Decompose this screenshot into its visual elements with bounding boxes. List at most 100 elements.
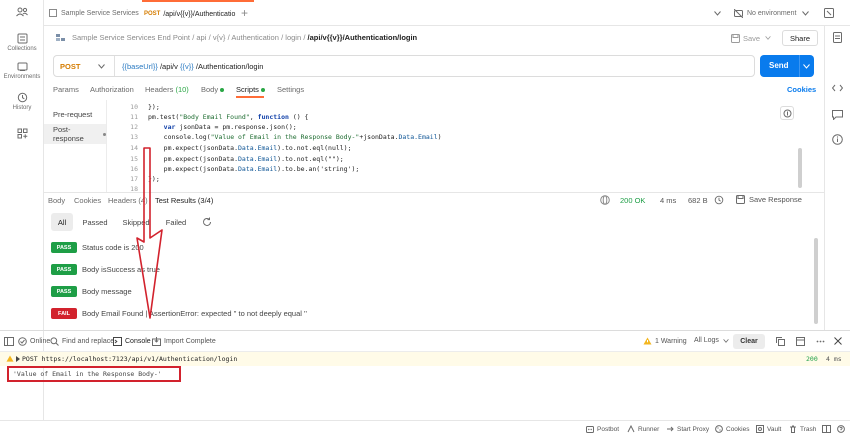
- code-icon: [832, 84, 843, 92]
- method-selector[interactable]: POST: [60, 62, 80, 71]
- tab-body[interactable]: Body: [201, 85, 225, 94]
- pre-request-label: Pre-request: [53, 109, 93, 119]
- url-variable-base: {{baseUrl}}: [122, 62, 158, 71]
- documentation-icon: [833, 32, 842, 43]
- log-message: 'Value of Email in the Response Body-': [13, 370, 162, 378]
- info-button[interactable]: [832, 134, 843, 145]
- environment-label: No environment: [747, 9, 797, 17]
- filter-passed[interactable]: Passed: [79, 213, 111, 231]
- tab-scripts-underline: [236, 96, 264, 98]
- save-label: Save: [743, 33, 761, 43]
- tab-authorization[interactable]: Authorization: [90, 85, 134, 94]
- console-tab[interactable]: Console: [113, 337, 151, 346]
- sidebar-item-environments[interactable]: Environments: [0, 61, 44, 80]
- collection-icon: [56, 33, 66, 42]
- share-button[interactable]: Share: [782, 30, 818, 46]
- response-tab-body[interactable]: Body: [48, 196, 65, 205]
- trash-label: Trash: [800, 425, 817, 433]
- filter-all[interactable]: All: [51, 213, 73, 231]
- test-status-badge: FAIL: [51, 308, 77, 319]
- trash-button[interactable]: Trash: [789, 425, 816, 433]
- team-item[interactable]: [0, 7, 44, 19]
- breadcrumb-item[interactable]: api: [196, 33, 206, 42]
- clear-button[interactable]: Clear: [733, 334, 765, 349]
- warning-count[interactable]: 1 Warning: [643, 337, 687, 345]
- tab-bar: Sample Service Services POST /api/v{{v}}…: [44, 0, 850, 26]
- response-time[interactable]: 4 ms: [660, 196, 676, 205]
- save-response-button[interactable]: Save Response: [736, 195, 802, 204]
- online-label: Online: [30, 338, 51, 345]
- request-name[interactable]: /api/v{{v}}/Authentication/login: [308, 33, 418, 42]
- code-snippet-button[interactable]: [832, 84, 843, 92]
- tab-headers[interactable]: Headers (10): [145, 85, 189, 94]
- refresh-button[interactable]: [202, 217, 212, 227]
- cookies-link[interactable]: Cookies: [787, 85, 816, 94]
- close-console-button[interactable]: [834, 337, 842, 345]
- comments-button[interactable]: [832, 110, 843, 120]
- environment-quick-look-button[interactable]: [824, 0, 838, 26]
- pre-request-tab[interactable]: Pre-request: [44, 104, 106, 124]
- environment-selector[interactable]: No environment: [734, 0, 830, 26]
- code-line: });: [148, 103, 160, 111]
- code-editor[interactable]: 10 11 12 13 14 15 16 17 18 }); pm.test("…: [108, 100, 808, 193]
- history-icon: [17, 92, 27, 103]
- breadcrumb-item[interactable]: Sample Service Services End Point: [72, 33, 190, 42]
- breadcrumb-item[interactable]: v{v}: [213, 33, 226, 42]
- breadcrumb-item[interactable]: Authentication: [231, 33, 279, 42]
- tab-params[interactable]: Params: [53, 85, 79, 94]
- console-log-entry[interactable]: POST https://localhost:7123/api/v1/Authe…: [0, 352, 850, 366]
- expand-button[interactable]: [796, 337, 805, 346]
- cookies-button[interactable]: Cookies: [715, 425, 749, 433]
- tab-request[interactable]: POST /api/v{{v}}/Authenticatio: [142, 0, 254, 26]
- runner-button[interactable]: Runner: [627, 425, 659, 433]
- log-level-selector[interactable]: All Logs: [694, 337, 729, 344]
- tab-overflow-button[interactable]: [714, 0, 724, 26]
- code-line: console.log("Value of Email in the Respo…: [148, 133, 442, 141]
- collections-icon: [17, 33, 27, 44]
- environment-quick-look-icon: [824, 8, 834, 18]
- scripts-divider: [106, 100, 107, 192]
- sidebar-item-history[interactable]: History: [0, 92, 44, 111]
- response-history-button[interactable]: [714, 195, 724, 205]
- vault-button[interactable]: Vault: [756, 425, 781, 433]
- tab-collection[interactable]: Sample Service Services: [49, 0, 141, 26]
- editor-scrollbar[interactable]: [798, 148, 802, 188]
- online-status[interactable]: Online: [18, 337, 50, 346]
- copy-button[interactable]: [776, 337, 785, 346]
- breadcrumb-item[interactable]: login: [285, 33, 301, 42]
- response-status[interactable]: 200 OK: [620, 196, 645, 205]
- sidebar-item-apps[interactable]: [0, 128, 44, 141]
- find-replace-button[interactable]: Find and replace: [50, 337, 114, 346]
- new-tab-button[interactable]: +: [241, 0, 251, 26]
- tab-settings[interactable]: Settings: [277, 85, 304, 94]
- postbot-button[interactable]: Postbot: [586, 425, 619, 433]
- post-response-label: Post-response: [53, 125, 84, 143]
- post-response-tab[interactable]: Post-response: [44, 124, 106, 144]
- tab-scripts[interactable]: Scripts: [236, 85, 265, 94]
- postbot-label: Postbot: [597, 425, 620, 433]
- send-button[interactable]: Send: [760, 55, 814, 77]
- method-dropdown-button[interactable]: [98, 64, 105, 69]
- send-label: Send: [769, 61, 789, 70]
- documentation-button[interactable]: [833, 32, 842, 43]
- response-size[interactable]: 682 B: [688, 196, 708, 205]
- sidebar-item-collections[interactable]: Collections: [0, 33, 44, 52]
- response-tab-cookies[interactable]: Cookies: [74, 196, 101, 205]
- toggle-sidebar-button[interactable]: [4, 337, 14, 346]
- results-scrollbar[interactable]: [814, 238, 818, 324]
- start-proxy-button[interactable]: Start Proxy: [666, 425, 709, 433]
- save-button[interactable]: Save: [731, 31, 771, 45]
- layout-button[interactable]: [822, 425, 831, 433]
- snippets-icon: [783, 109, 792, 118]
- vault-icon: [756, 425, 764, 433]
- url-input[interactable]: {{baseUrl}} /api/v {{v}} /Authentication…: [122, 62, 263, 71]
- find-label: Find and replace: [62, 338, 115, 345]
- postbot-icon: [586, 426, 594, 433]
- help-button[interactable]: [837, 425, 845, 433]
- breadcrumb-row: Sample Service Services End Point / api …: [44, 26, 824, 50]
- import-status[interactable]: Import Complete: [152, 337, 216, 346]
- sidebar-item-label: Collections: [7, 46, 37, 52]
- more-options-button[interactable]: [816, 337, 825, 346]
- code-line: pm.expect(jsonData.Data.Email).to.not.eq…: [148, 144, 352, 152]
- snippets-button[interactable]: [780, 106, 794, 120]
